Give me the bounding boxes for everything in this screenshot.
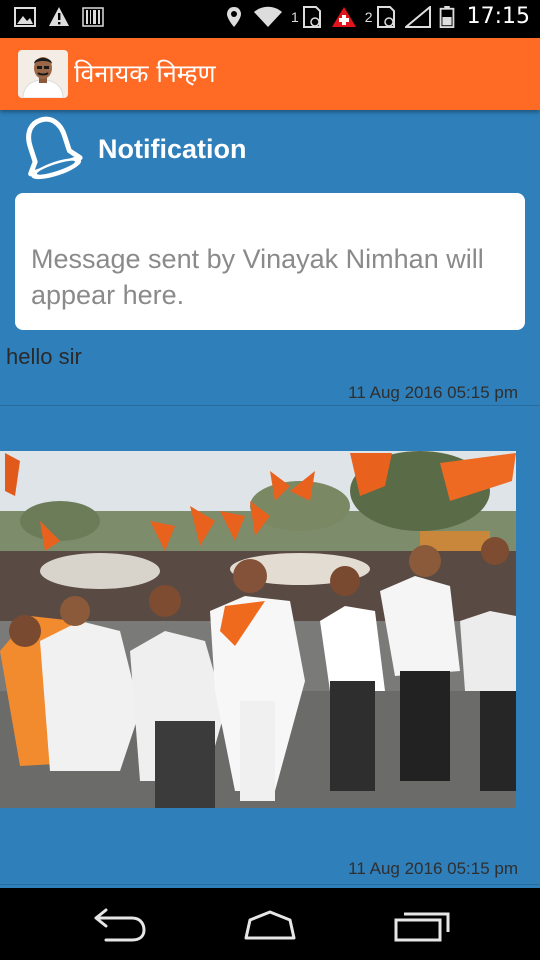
sim2-icon bbox=[376, 5, 395, 28]
notification-title: Notification bbox=[98, 134, 247, 164]
sim1-label: 1 bbox=[291, 8, 299, 25]
image-icon bbox=[14, 7, 36, 27]
warning-icon bbox=[49, 7, 69, 26]
profile-avatar[interactable] bbox=[18, 50, 68, 98]
status-bar: 1 2 17:15 bbox=[0, 0, 540, 38]
app-title: विनायक निम्हण bbox=[74, 59, 216, 88]
sim1-icon bbox=[302, 5, 321, 28]
recent-apps-icon[interactable] bbox=[394, 906, 450, 942]
clock: 17:15 bbox=[466, 4, 530, 29]
divider bbox=[0, 405, 540, 406]
info-text: Message sent by Vinayak Nimhan will appe… bbox=[31, 244, 484, 310]
notification-header: Notification bbox=[20, 114, 520, 186]
app-bar: विनायक निम्हण bbox=[0, 38, 540, 110]
signal-icon bbox=[404, 5, 431, 28]
bell-icon bbox=[26, 116, 83, 180]
wifi-icon bbox=[254, 6, 282, 27]
medical-icon bbox=[331, 6, 356, 27]
sim2-label: 2 bbox=[364, 8, 373, 25]
divider bbox=[0, 884, 540, 885]
message-text: hello sir bbox=[6, 344, 82, 369]
rally-photo[interactable] bbox=[0, 451, 516, 808]
location-icon bbox=[227, 6, 241, 27]
info-card: Message sent by Vinayak Nimhan will appe… bbox=[15, 193, 525, 330]
battery-icon bbox=[439, 5, 454, 28]
back-icon[interactable] bbox=[92, 906, 148, 942]
message-timestamp: 11 Aug 2016 05:15 pm bbox=[348, 383, 518, 402]
navigation-bar bbox=[0, 888, 540, 960]
home-icon[interactable] bbox=[242, 906, 298, 942]
barcode-icon bbox=[82, 7, 104, 27]
message-timestamp: 11 Aug 2016 05:15 pm bbox=[348, 859, 518, 878]
